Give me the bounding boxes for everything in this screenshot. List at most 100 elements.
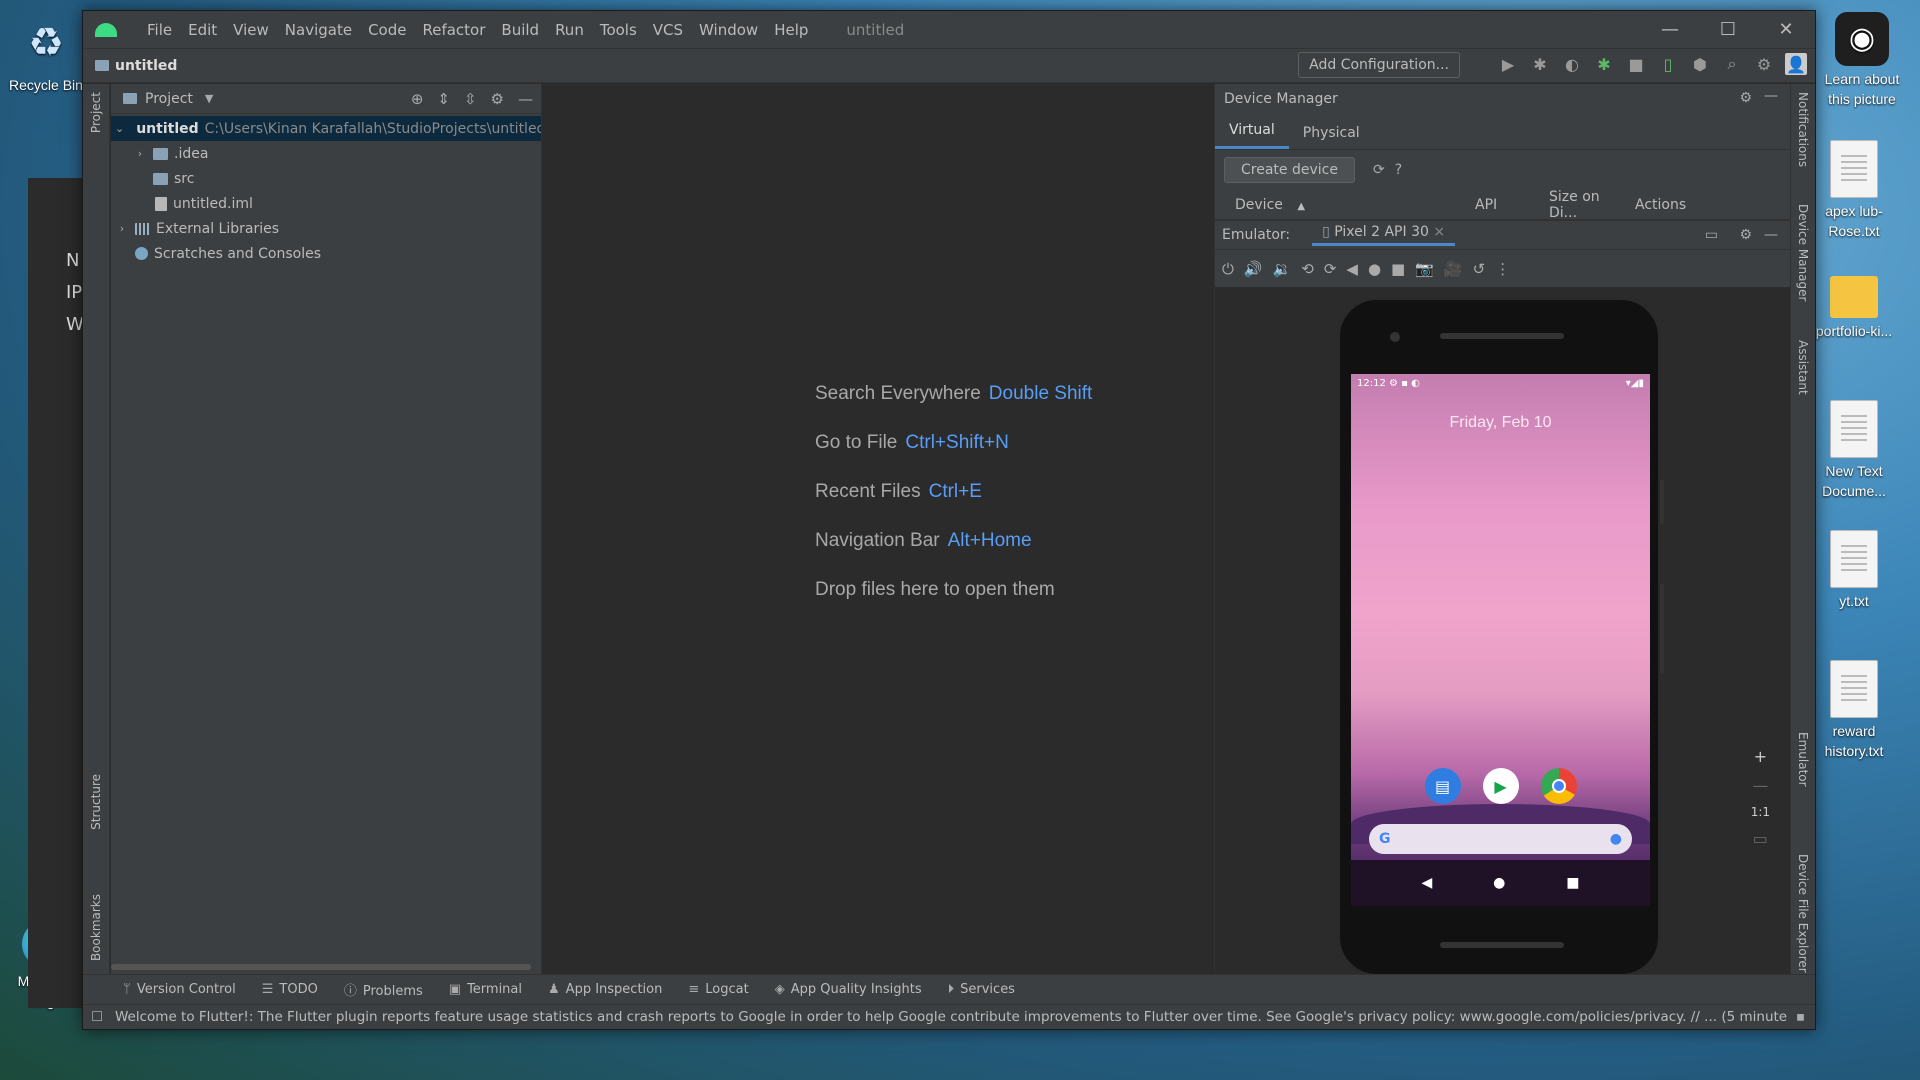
tool-version-control[interactable]: ᛘ Version Control: [123, 982, 236, 997]
zoom-actual-size[interactable]: 1:1: [1751, 805, 1770, 819]
volume-up-icon[interactable]: 🔊: [1244, 260, 1263, 278]
menu-tools[interactable]: Tools: [592, 21, 645, 39]
device-manager-icon[interactable]: ▯: [1657, 53, 1679, 75]
tool-terminal[interactable]: ▣ Terminal: [449, 982, 522, 997]
device-file-explorer-tool-button[interactable]: Device File Explorer: [1796, 854, 1810, 973]
stop-icon[interactable]: ■: [1625, 53, 1647, 75]
home-icon[interactable]: ●: [1368, 260, 1381, 278]
menu-help[interactable]: Help: [766, 21, 816, 39]
menu-code[interactable]: Code: [360, 21, 414, 39]
snapshot-icon[interactable]: ↺: [1473, 260, 1486, 278]
zoom-out-icon[interactable]: —: [1751, 776, 1770, 795]
phone-back-icon[interactable]: ◀: [1421, 875, 1432, 891]
play-store-app-icon[interactable]: ▶: [1482, 768, 1519, 804]
profile-icon[interactable]: ◐: [1561, 53, 1583, 75]
horizontal-scrollbar[interactable]: [111, 964, 531, 970]
hide-panel-icon[interactable]: —: [1764, 88, 1778, 104]
phone-home-icon[interactable]: ●: [1493, 875, 1505, 891]
bookmarks-tool-button[interactable]: Bookmarks: [89, 894, 103, 961]
desktop-icon-recycle-bin[interactable]: ♻ Recycle Bin: [0, 14, 92, 96]
power-icon[interactable]: ⏻: [1222, 260, 1234, 278]
minimize-button[interactable]: —: [1641, 11, 1699, 48]
close-tab-icon[interactable]: ×: [1433, 224, 1445, 240]
assistant-icon[interactable]: ●: [1610, 831, 1622, 847]
add-configuration-button[interactable]: Add Configuration...: [1298, 52, 1460, 78]
assistant-tool-button[interactable]: Assistant: [1796, 340, 1810, 395]
menu-refactor[interactable]: Refactor: [414, 21, 493, 39]
search-icon[interactable]: ⌕: [1721, 53, 1743, 75]
project-view-selector[interactable]: Project: [145, 91, 193, 107]
more-options-icon[interactable]: ⋮: [1495, 260, 1510, 278]
desktop-icon-apex-file[interactable]: apex lub-Rose.txt: [1808, 140, 1900, 241]
screenshot-icon[interactable]: 📷: [1415, 260, 1434, 278]
notifications-tool-button[interactable]: Notifications: [1796, 92, 1810, 167]
menu-window[interactable]: Window: [691, 21, 766, 39]
chevron-right-icon[interactable]: ›: [133, 147, 147, 160]
locate-icon[interactable]: ⊕: [411, 90, 424, 108]
tool-logcat[interactable]: ≡ Logcat: [688, 982, 748, 997]
device-manager-tool-button[interactable]: Device Manager: [1796, 204, 1810, 301]
window-mode-icon[interactable]: ▭: [1705, 227, 1718, 243]
settings-gear-icon[interactable]: ⚙: [1753, 53, 1775, 75]
tab-physical[interactable]: Physical: [1289, 125, 1374, 149]
tool-app-inspection[interactable]: ♟ App Inspection: [548, 982, 662, 997]
tool-app-quality-insights[interactable]: ◈ App Quality Insights: [775, 982, 922, 997]
tab-virtual[interactable]: Virtual: [1215, 122, 1289, 149]
menu-vcs[interactable]: VCS: [645, 21, 691, 39]
tree-item-untitled[interactable]: ⌄ untitled C:\Users\Kinan Karafallah\Stu…: [111, 116, 541, 141]
expand-all-icon[interactable]: ⇕: [437, 90, 450, 108]
menu-run[interactable]: Run: [547, 21, 592, 39]
menu-view[interactable]: View: [225, 21, 277, 39]
gear-icon[interactable]: ⚙: [1739, 90, 1752, 106]
breadcrumb-project[interactable]: untitled: [115, 58, 177, 74]
structure-tool-button[interactable]: Structure: [89, 774, 103, 830]
volume-down-icon[interactable]: 🔉: [1273, 260, 1292, 278]
hide-panel-icon[interactable]: —: [1764, 227, 1778, 243]
create-device-button[interactable]: Create device: [1224, 157, 1355, 183]
maximize-button[interactable]: ☐: [1699, 11, 1757, 48]
tool-problems[interactable]: ⓘ Problems: [344, 980, 423, 999]
debug-icon[interactable]: ✱: [1529, 53, 1551, 75]
column-api[interactable]: API: [1465, 197, 1539, 213]
editor-empty-area[interactable]: Search Everywhere Double Shift Go to File…: [543, 84, 1213, 974]
tree-item-src[interactable]: src: [111, 166, 541, 191]
desktop-icon-new-text-document[interactable]: New Text Docume...: [1808, 400, 1900, 501]
chevron-down-icon[interactable]: ▼: [205, 92, 213, 105]
menu-navigate[interactable]: Navigate: [277, 21, 360, 39]
gear-icon[interactable]: ⚙: [1739, 227, 1752, 243]
collapse-all-icon[interactable]: ⇳: [464, 90, 477, 108]
tool-todo[interactable]: ☰ TODO: [262, 982, 318, 997]
desktop-icon-portfolio-folder[interactable]: portfolio-ki...: [1808, 266, 1900, 342]
chevron-right-icon[interactable]: ›: [115, 222, 129, 235]
zoom-in-icon[interactable]: +: [1751, 747, 1770, 766]
menu-build[interactable]: Build: [493, 21, 547, 39]
menu-edit[interactable]: Edit: [180, 21, 225, 39]
sdk-manager-icon[interactable]: ⬢: [1689, 53, 1711, 75]
desktop-icon-yt-file[interactable]: yt.txt: [1808, 530, 1900, 612]
toggle-tool-windows-icon[interactable]: ☐: [91, 1009, 103, 1025]
status-message[interactable]: Welcome to Flutter!: The Flutter plugin …: [115, 1009, 1787, 1025]
rotate-left-icon[interactable]: ⟲: [1301, 260, 1314, 278]
column-device[interactable]: Device ▲: [1215, 197, 1465, 213]
messages-app-icon[interactable]: ▤: [1424, 768, 1461, 804]
gear-icon[interactable]: ⚙: [491, 90, 504, 108]
account-icon[interactable]: 👤: [1785, 53, 1807, 75]
refresh-icon[interactable]: ⟳: [1373, 162, 1385, 178]
rotate-right-icon[interactable]: ⟳: [1324, 260, 1337, 278]
help-icon[interactable]: ?: [1395, 162, 1402, 178]
chevron-down-icon[interactable]: ⌄: [115, 122, 124, 135]
tree-item-idea[interactable]: › .idea: [111, 141, 541, 166]
close-button[interactable]: ✕: [1757, 11, 1815, 48]
zoom-fit-icon[interactable]: ▭: [1751, 829, 1770, 848]
desktop-icon-learn-about-picture[interactable]: ◉ Learn about this picture: [1816, 12, 1908, 109]
run-icon[interactable]: ▶: [1497, 53, 1519, 75]
phone-recents-icon[interactable]: ■: [1566, 875, 1579, 891]
attach-debugger-icon[interactable]: ✱: [1593, 53, 1615, 75]
phone-screen[interactable]: 12:12 ⚙ ▪ ◐ ▾◢▮ Friday, Feb 10 ▤ ▶ G ● ◀…: [1351, 374, 1650, 906]
menu-file[interactable]: File: [139, 21, 180, 39]
column-actions[interactable]: Actions: [1625, 197, 1686, 213]
tree-item-external-libraries[interactable]: › External Libraries: [111, 216, 541, 241]
desktop-icon-reward-history[interactable]: reward history.txt: [1808, 660, 1900, 761]
hide-panel-icon[interactable]: —: [518, 90, 533, 108]
tab-emulator-device[interactable]: ▯ Pixel 2 API 30 ×: [1312, 224, 1456, 246]
